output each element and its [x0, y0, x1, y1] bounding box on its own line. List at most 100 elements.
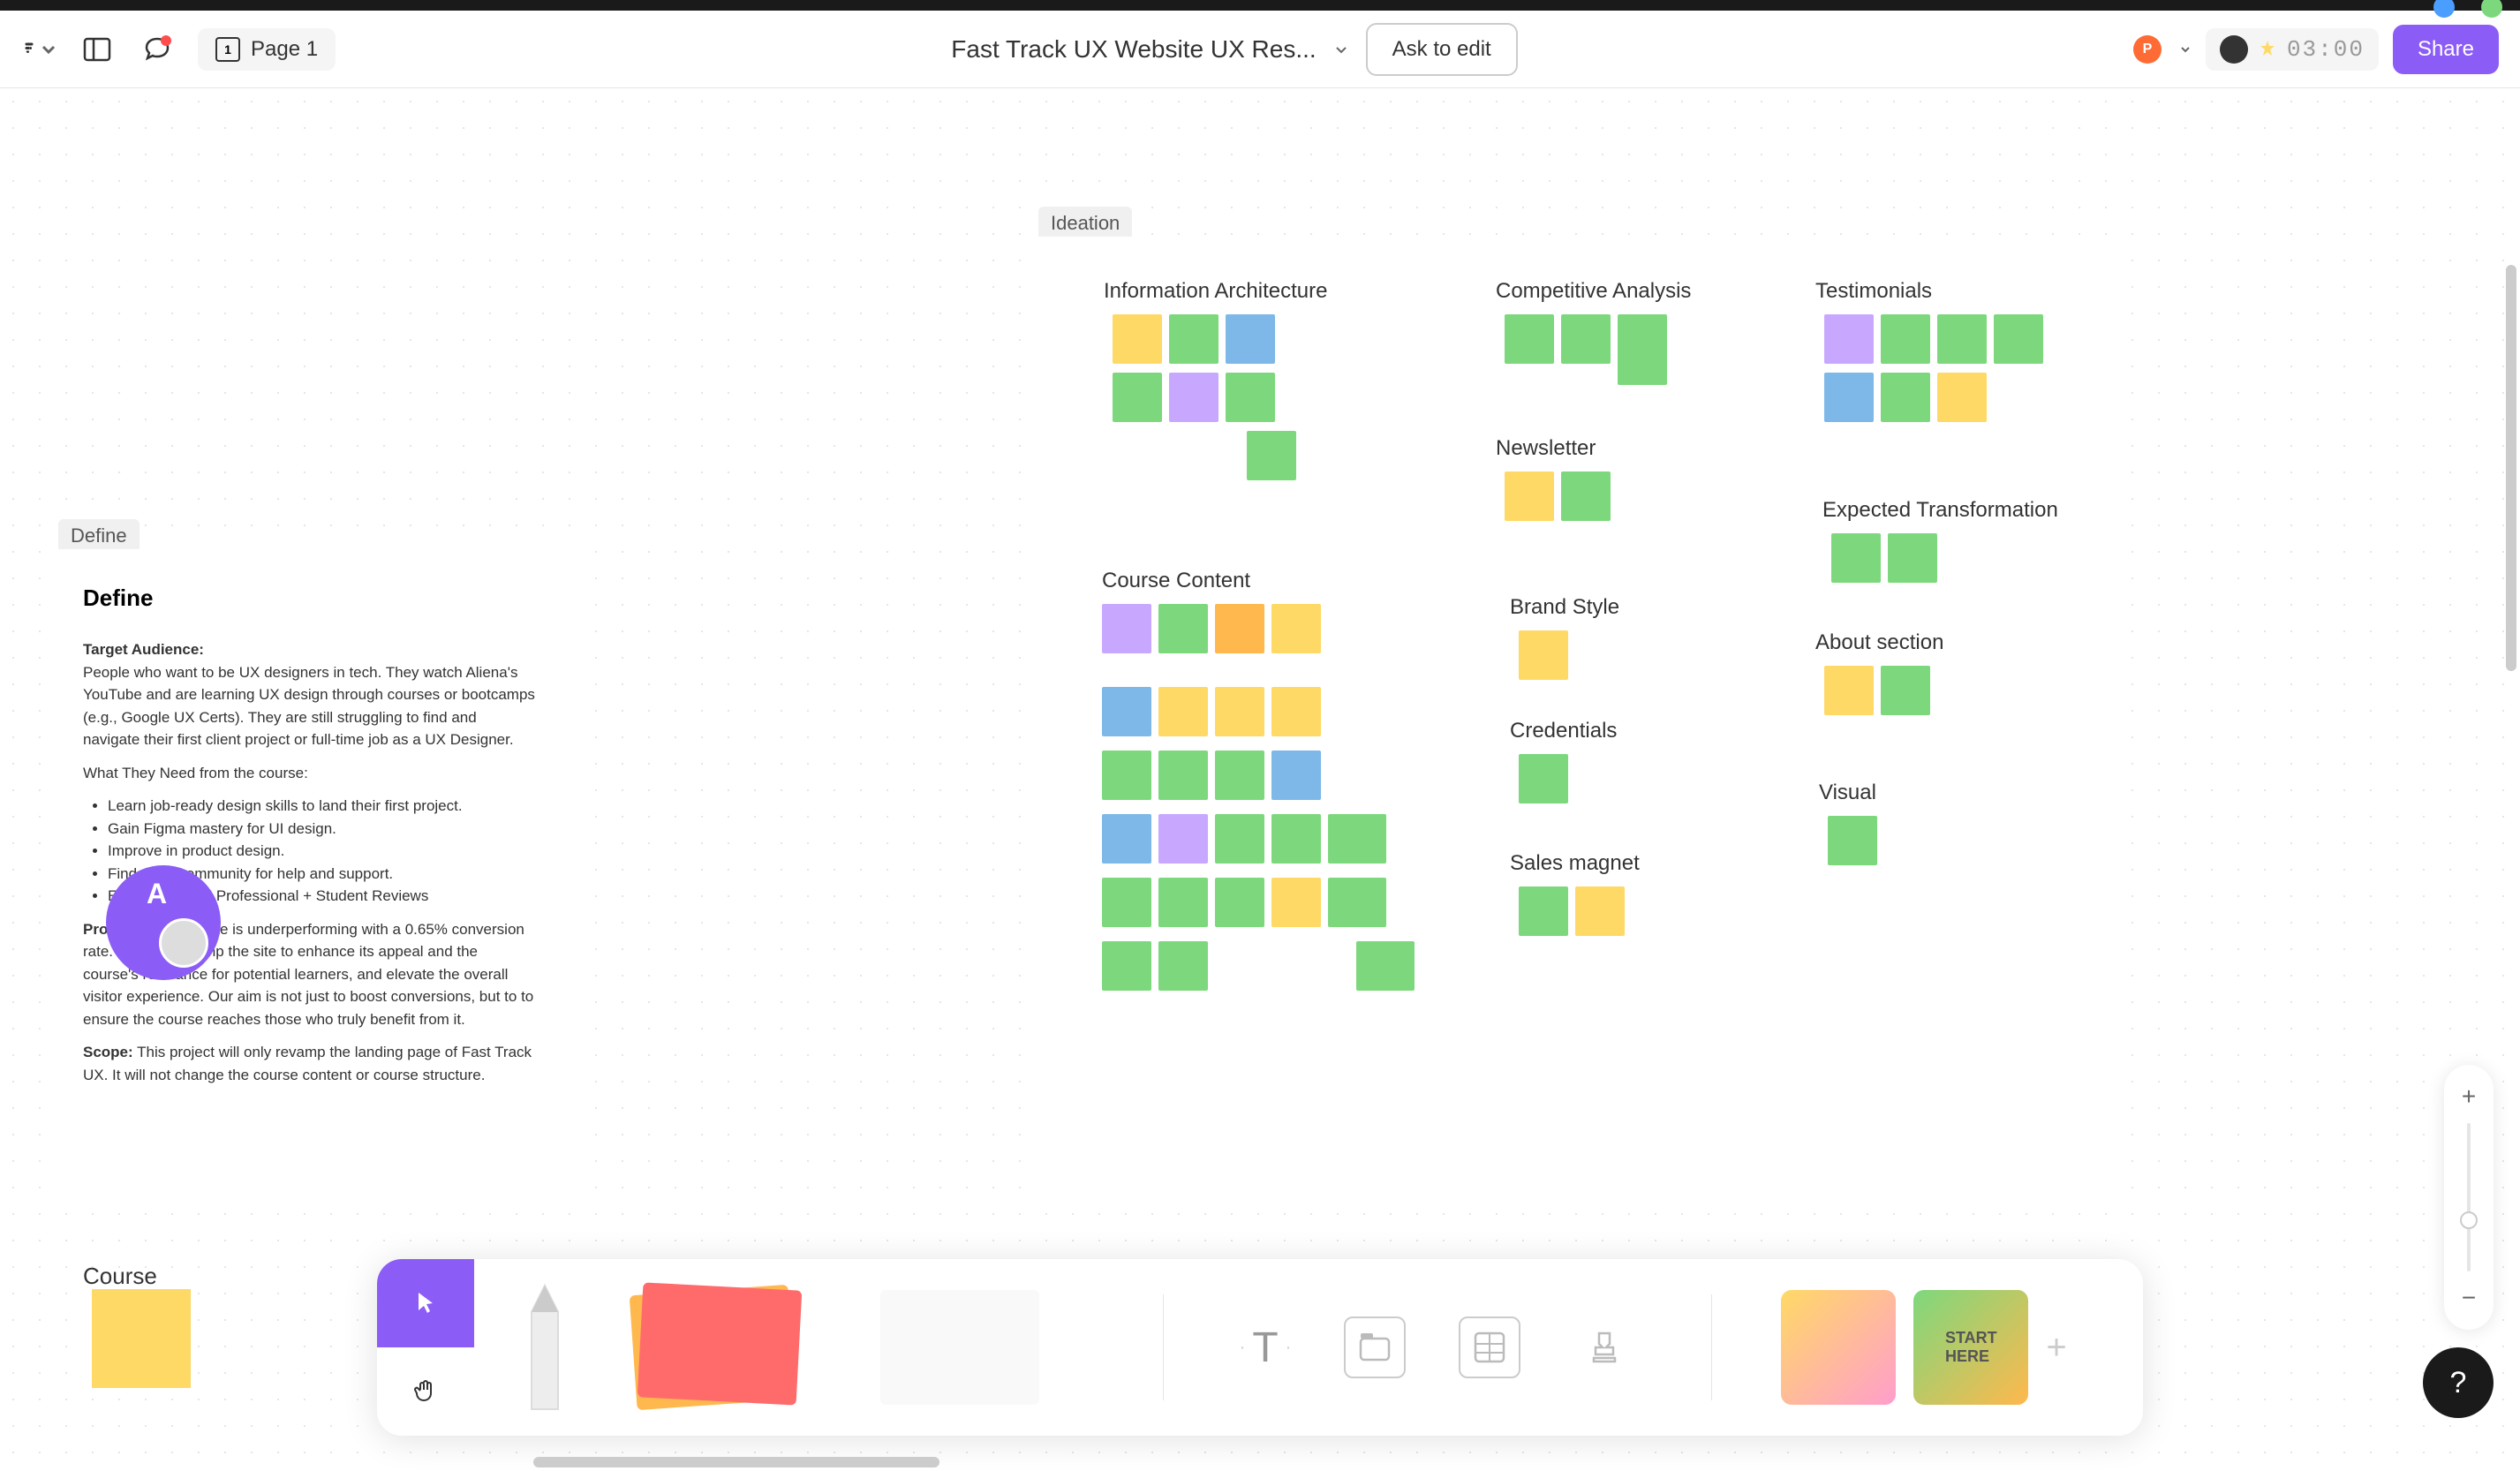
- sticky-note[interactable]: [1113, 314, 1162, 364]
- page-selector-button[interactable]: 1 Page 1: [198, 28, 336, 71]
- sticky-note[interactable]: [1226, 314, 1275, 364]
- sticky-note-tool[interactable]: [633, 1281, 827, 1414]
- avatar-chevron-icon[interactable]: [2179, 43, 2192, 56]
- sticky-note[interactable]: [1215, 687, 1264, 736]
- sticky-note[interactable]: [1215, 878, 1264, 927]
- table-tool-button[interactable]: [1459, 1316, 1520, 1378]
- sticky-row: [1113, 314, 1275, 364]
- sticky-note[interactable]: [1824, 314, 1874, 364]
- toolbar-right-group: P 03:00 Share: [2133, 25, 2499, 74]
- sticky-note[interactable]: [1561, 471, 1611, 521]
- help-button[interactable]: ?: [2423, 1347, 2494, 1418]
- ask-to-edit-button[interactable]: Ask to edit: [1366, 23, 1518, 76]
- sticky-note[interactable]: [1158, 878, 1208, 927]
- sticky-note[interactable]: [1158, 941, 1208, 991]
- sticky-note[interactable]: [1828, 816, 1877, 865]
- sticky-note[interactable]: [1831, 533, 1881, 583]
- course-frame-label[interactable]: Course: [83, 1263, 157, 1290]
- sticky-row: [1831, 533, 1937, 583]
- define-frame-label[interactable]: Define: [58, 519, 140, 553]
- section-visual: Visual: [1819, 781, 1876, 805]
- sticky-note[interactable]: [1102, 604, 1151, 653]
- sticky-note[interactable]: [1215, 814, 1264, 864]
- sticky-note[interactable]: [1102, 751, 1151, 800]
- sticky-note[interactable]: [1271, 878, 1321, 927]
- sticky-note[interactable]: [1888, 533, 1937, 583]
- sticky-note[interactable]: [1519, 754, 1568, 803]
- sticky-note[interactable]: [1618, 314, 1667, 385]
- sticky-note[interactable]: [1356, 941, 1415, 991]
- sticky-note[interactable]: [1271, 687, 1321, 736]
- panels-toggle-button[interactable]: [78, 30, 117, 69]
- ideation-frame[interactable]: Information Architecture Competitive Ana…: [1024, 237, 2131, 1210]
- select-tool-button[interactable]: [377, 1259, 474, 1347]
- sticky-note[interactable]: [1113, 373, 1162, 422]
- needs-label: What They Need from the course:: [83, 765, 308, 781]
- widget-thumbnail[interactable]: [1781, 1290, 1896, 1405]
- pencil-tool-icon[interactable]: [509, 1277, 580, 1418]
- sticky-note[interactable]: [1824, 373, 1874, 422]
- sticky-note[interactable]: [1102, 941, 1151, 991]
- sticky-note[interactable]: [1328, 814, 1386, 864]
- sticky-note[interactable]: [1215, 604, 1264, 653]
- sticky-note[interactable]: [1158, 604, 1208, 653]
- collaborator-avatar-icon: [159, 918, 208, 968]
- sticky-note[interactable]: [1575, 886, 1625, 936]
- sticky-note[interactable]: [1881, 666, 1930, 715]
- section-tool-button[interactable]: [1344, 1316, 1406, 1378]
- shape-tool-preview[interactable]: [880, 1290, 1039, 1405]
- figma-menu-button[interactable]: [21, 32, 57, 67]
- sticky-note[interactable]: [1169, 373, 1219, 422]
- sticky-note[interactable]: [1881, 314, 1930, 364]
- sticky-note[interactable]: [1158, 751, 1208, 800]
- sticky-note[interactable]: [1158, 814, 1208, 864]
- share-button[interactable]: Share: [2393, 25, 2499, 74]
- horizontal-scrollbar[interactable]: [533, 1457, 939, 1467]
- zoom-slider-handle[interactable]: [2460, 1211, 2478, 1229]
- sticky-note[interactable]: [1824, 666, 1874, 715]
- sticky-row: [1824, 314, 2043, 364]
- user-avatar[interactable]: P: [2133, 35, 2162, 64]
- course-sticky-note[interactable]: [92, 1289, 191, 1388]
- page-number-box: 1: [215, 37, 240, 62]
- file-title[interactable]: Fast Track UX Website UX Res...: [951, 35, 1316, 64]
- scope-label: Scope:: [83, 1044, 133, 1060]
- file-chevron-icon[interactable]: [1334, 42, 1348, 57]
- widget-thumbnail[interactable]: STARTHERE: [1913, 1290, 2028, 1405]
- zoom-slider-track[interactable]: [2467, 1123, 2471, 1271]
- sticky-note[interactable]: [1881, 373, 1930, 422]
- comments-button[interactable]: [138, 30, 177, 69]
- sticky-note[interactable]: [1519, 630, 1568, 680]
- stamp-tool-button[interactable]: [1573, 1316, 1635, 1378]
- table-icon: [1472, 1330, 1507, 1365]
- sticky-note[interactable]: [1505, 471, 1554, 521]
- sticky-note[interactable]: [1937, 373, 1987, 422]
- sticky-note[interactable]: [1937, 314, 1987, 364]
- zoom-in-button[interactable]: +: [2451, 1079, 2486, 1114]
- vertical-scrollbar[interactable]: [2506, 265, 2516, 671]
- sticky-note[interactable]: [1102, 687, 1151, 736]
- sticky-note[interactable]: [1505, 314, 1554, 364]
- section-testimonials: Testimonials: [1815, 279, 1932, 304]
- sticky-note[interactable]: [1271, 814, 1321, 864]
- sticky-note[interactable]: [1169, 314, 1219, 364]
- sticky-note[interactable]: [1102, 814, 1151, 864]
- hand-tool-button[interactable]: [377, 1347, 474, 1436]
- sticky-note[interactable]: [1561, 314, 1611, 364]
- sticky-note[interactable]: [1226, 373, 1275, 422]
- ideation-frame-label[interactable]: Ideation: [1038, 207, 1132, 240]
- sticky-note[interactable]: [1102, 878, 1151, 927]
- timer-widget[interactable]: 03:00: [2206, 28, 2379, 71]
- sticky-note[interactable]: [1247, 431, 1296, 480]
- sticky-note[interactable]: [1271, 751, 1321, 800]
- sticky-note[interactable]: [1328, 878, 1386, 927]
- page-label: Page 1: [251, 37, 318, 62]
- sticky-note[interactable]: [1158, 687, 1208, 736]
- sticky-note[interactable]: [1519, 886, 1568, 936]
- sticky-note[interactable]: [1994, 314, 2043, 364]
- add-widget-button[interactable]: +: [2046, 1328, 2066, 1368]
- zoom-out-button[interactable]: −: [2451, 1280, 2486, 1316]
- sticky-note[interactable]: [1271, 604, 1321, 653]
- text-tool-button[interactable]: · T ·: [1240, 1324, 1292, 1372]
- sticky-note[interactable]: [1215, 751, 1264, 800]
